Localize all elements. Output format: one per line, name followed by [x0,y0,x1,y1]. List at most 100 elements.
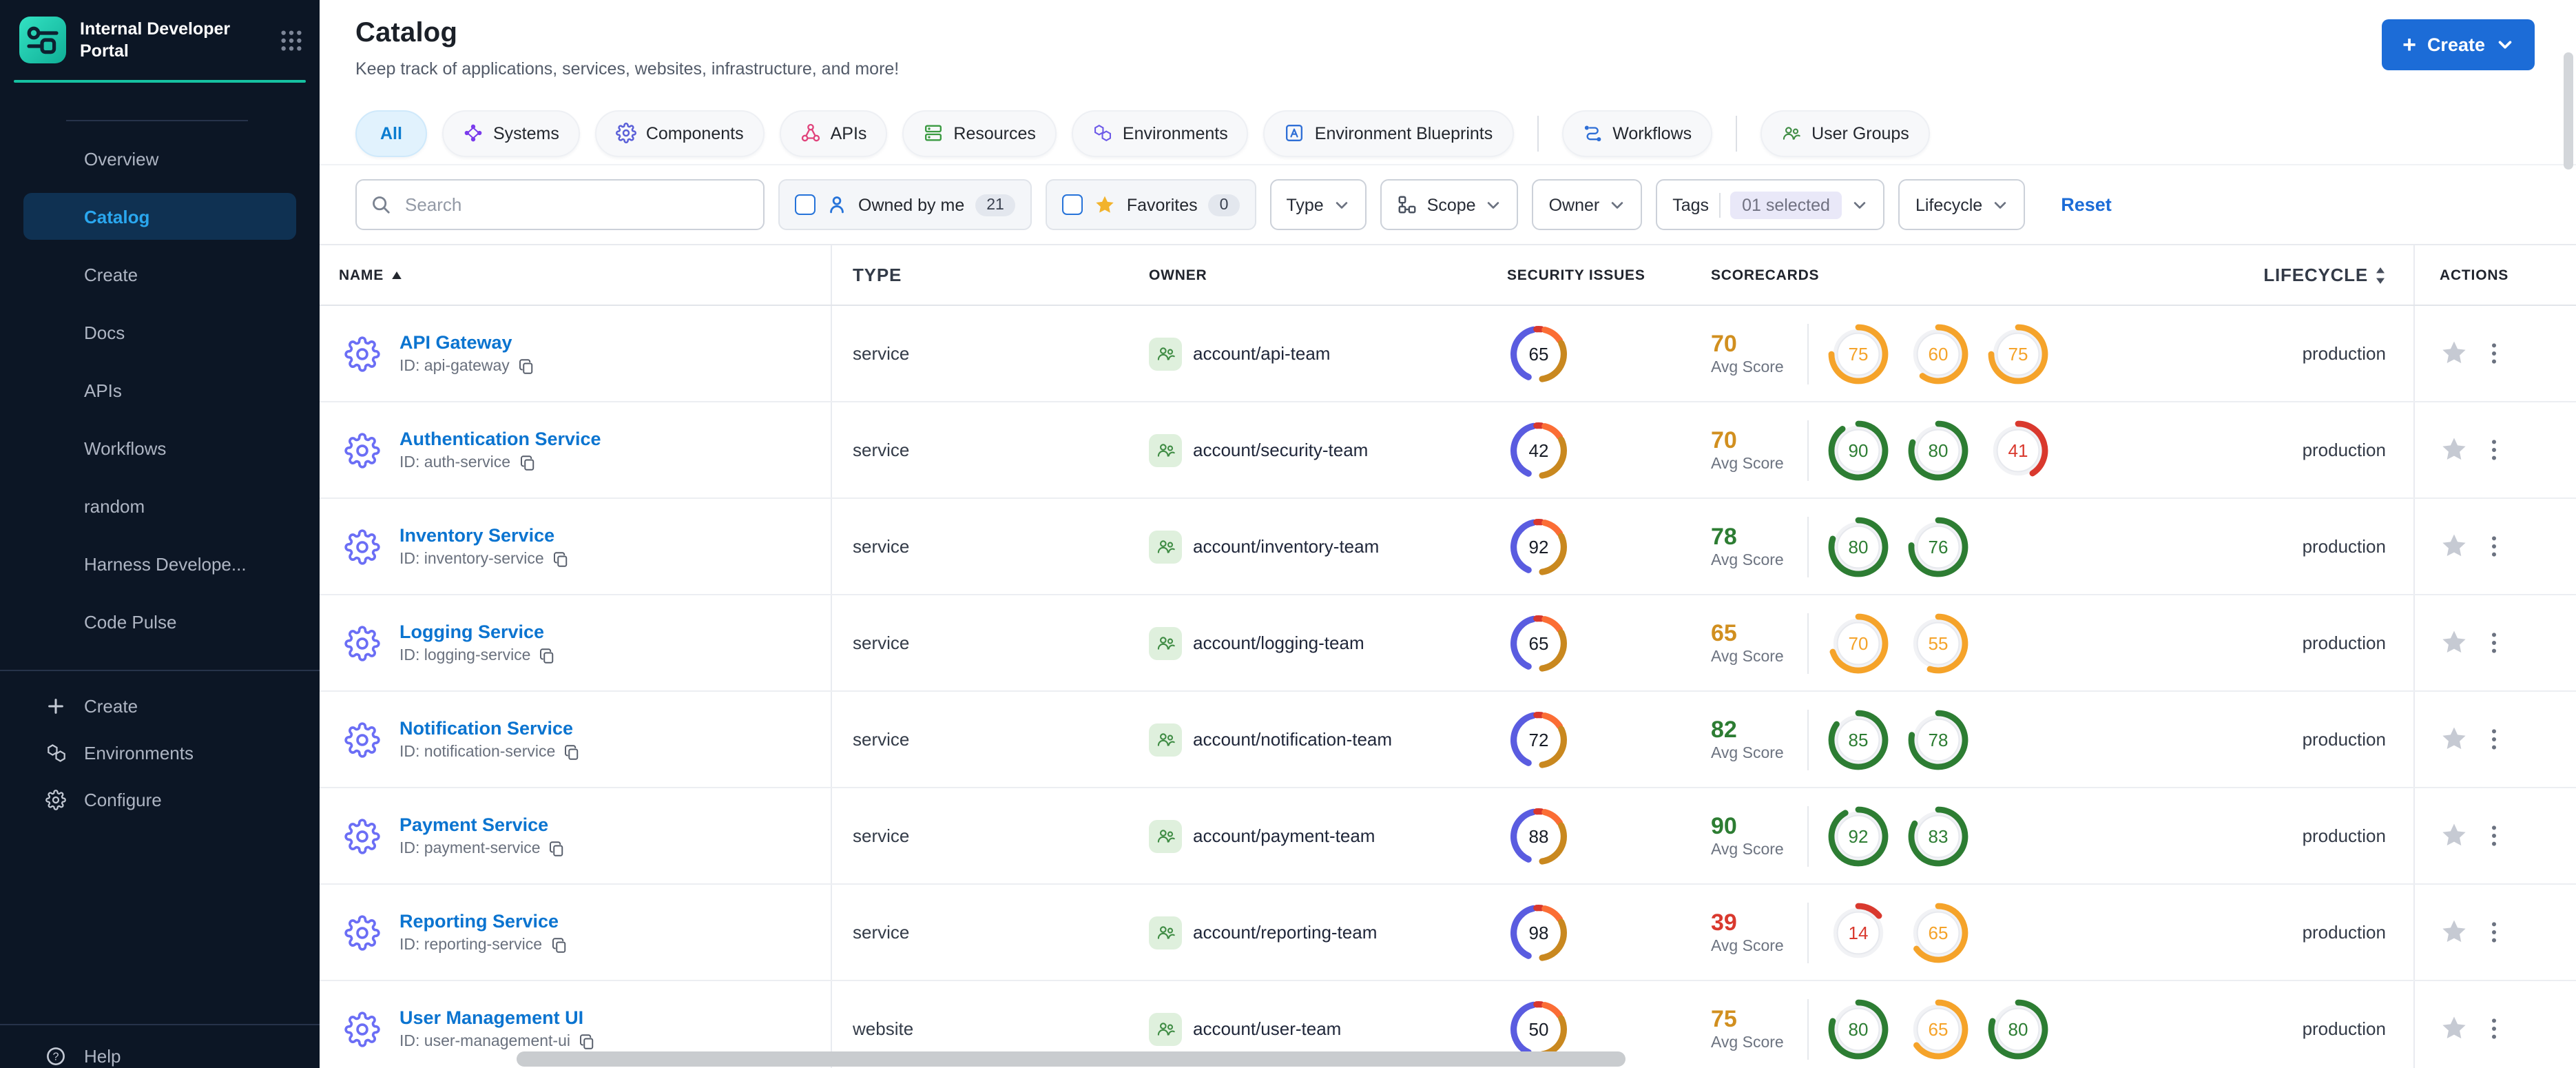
kebab-menu-icon[interactable] [2491,340,2497,367]
kebab-menu-icon[interactable] [2491,437,2497,463]
svg-text:83: 83 [1929,825,1949,846]
favorite-star-icon[interactable] [2440,339,2469,368]
favorites-filter[interactable]: Favorites 0 [1045,179,1256,230]
column-header-lifecycle[interactable]: LIFECYCLE [2207,245,2413,305]
svg-text:65: 65 [1529,343,1549,364]
kebab-menu-icon[interactable] [2491,823,2497,849]
apis-icon [800,123,821,143]
copy-icon[interactable] [550,937,567,954]
sidebar-item-create[interactable]: Create [23,251,296,298]
kebab-menu-icon[interactable] [2491,533,2497,559]
tab-apis[interactable]: APIs [779,110,888,156]
team-icon [1149,1012,1182,1045]
tab-user-groups[interactable]: User Groups [1760,110,1930,156]
kebab-menu-icon[interactable] [2491,919,2497,945]
scorecards-cell: 75 Avg Score 80 65 80 [1676,981,2207,1068]
sidebar-item-harness-develope-[interactable]: Harness Develope... [23,540,296,587]
favorite-star-icon[interactable] [2440,821,2469,850]
sidebar-item-workflows[interactable]: Workflows [23,424,296,471]
sidebar-item-catalog[interactable]: Catalog [23,193,296,240]
divider [1807,323,1809,384]
svg-text:75: 75 [2008,343,2028,364]
sidebar-item-help[interactable]: ? Help [0,1032,320,1068]
tab-systems[interactable]: Systems [442,110,580,156]
owner-filter-dropdown[interactable]: Owner [1532,179,1643,230]
sidebar-item-create[interactable]: Create [0,682,320,729]
favorite-star-icon[interactable] [2440,918,2469,947]
kebab-menu-icon[interactable] [2491,630,2497,656]
copy-icon[interactable] [579,1034,595,1050]
column-header-name[interactable]: NAME [320,245,832,305]
owned-by-me-filter[interactable]: Owned by me 21 [778,179,1032,230]
entity-gear-icon [344,818,380,854]
entity-id: ID: inventory-service [399,551,569,568]
sidebar-item-configure[interactable]: Configure [0,776,320,823]
kebab-menu-icon[interactable] [2491,726,2497,752]
owned-by-me-label: Owned by me [858,195,965,214]
scope-filter-dropdown[interactable]: Scope [1380,179,1519,230]
kebab-menu-icon[interactable] [2491,1016,2497,1042]
search-box[interactable] [355,179,765,230]
tags-filter-dropdown[interactable]: Tags 01 selected [1656,179,1885,230]
divider [1718,192,1721,217]
blueprints-icon [1285,123,1305,143]
tab-resources[interactable]: Resources [902,110,1057,156]
favorite-star-icon[interactable] [2440,532,2469,561]
avg-score: 65 Avg Score [1711,619,1784,665]
create-button[interactable]: + Create [2382,19,2535,70]
security-issues-cell: 88 [1477,788,1676,883]
search-input[interactable] [402,193,749,216]
tab-all[interactable]: All [355,110,427,156]
actions-cell [2413,402,2576,497]
favorite-star-icon[interactable] [2440,435,2469,464]
entity-name-link[interactable]: Logging Service [399,622,555,642]
sidebar-item-code-pulse[interactable]: Code Pulse [23,598,296,645]
app-grid-icon[interactable] [280,28,303,52]
favorites-checkbox[interactable] [1061,194,1083,215]
sidebar-item-random[interactable]: random [23,482,296,529]
tab-components[interactable]: Components [594,110,765,156]
favorite-star-icon[interactable] [2440,628,2469,657]
sidebar-item-apis[interactable]: APIs [23,367,296,413]
sidebar-item-environments[interactable]: Environments [0,729,320,776]
security-issues-cell: 92 [1477,499,1676,594]
scorecards-cell: 65 Avg Score 70 55 [1676,595,2207,690]
type-filter-label: Type [1286,195,1324,214]
scorecard-ring: 85 [1828,709,1889,770]
favorite-star-icon[interactable] [2440,725,2469,754]
copy-icon[interactable] [519,455,535,471]
tab-environment-blueprints[interactable]: Environment Blueprints [1263,110,1514,156]
entity-name-link[interactable]: Reporting Service [399,911,567,932]
type-filter-dropdown[interactable]: Type [1269,179,1367,230]
owned-by-me-checkbox[interactable] [795,194,816,215]
horizontal-scrollbar-thumb[interactable] [517,1051,1625,1067]
entity-name-link[interactable]: User Management UI [399,1007,595,1028]
vertical-scrollbar-thumb[interactable] [2564,52,2573,170]
security-issues-cell: 72 [1477,692,1676,787]
actions-cell [2413,595,2576,690]
page-header: Catalog Keep track of applications, serv… [320,0,2576,102]
divider [1807,516,1809,577]
reset-button[interactable]: Reset [2061,194,2112,215]
favorite-star-icon[interactable] [2440,1014,2469,1043]
copy-icon[interactable] [539,648,555,664]
tab-workflows[interactable]: Workflows [1561,110,1713,156]
entity-name-link[interactable]: API Gateway [399,332,534,353]
tab-environments[interactable]: Environments [1071,110,1249,156]
create-button-label: Create [2427,34,2485,55]
entity-name-link[interactable]: Authentication Service [399,429,601,449]
entity-name-link[interactable]: Inventory Service [399,525,569,546]
sidebar-item-overview[interactable]: Overview [23,135,296,182]
copy-icon[interactable] [518,358,534,375]
entity-name-link[interactable]: Payment Service [399,814,565,835]
scorecard-ring: 80 [1908,420,1969,480]
lifecycle-filter-dropdown[interactable]: Lifecycle [1898,179,2026,230]
team-icon [1149,626,1182,659]
avg-score: 70 Avg Score [1711,330,1784,376]
sidebar-item-docs[interactable]: Docs [23,309,296,356]
copy-icon[interactable] [563,744,580,761]
copy-icon[interactable] [549,841,565,857]
svg-text:76: 76 [1929,536,1949,557]
entity-name-link[interactable]: Notification Service [399,718,580,739]
copy-icon[interactable] [552,551,569,568]
